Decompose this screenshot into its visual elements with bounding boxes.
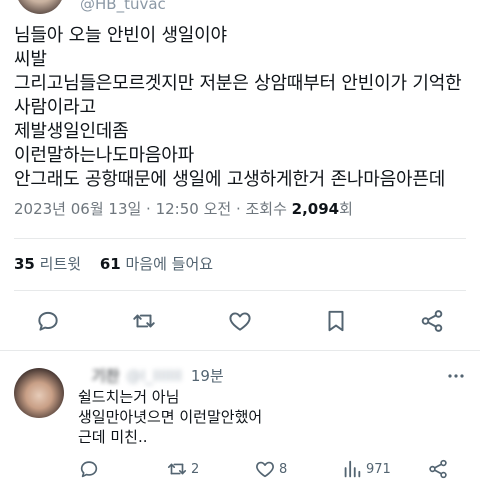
reply-header: ᅟ기찬 @l_lllllll 19분 xyxy=(78,366,468,386)
tweet-action-bar xyxy=(0,303,480,339)
more-icon xyxy=(448,374,464,378)
tweet-meta: 2023년 06월 13일 · 12:50 오전 · 조회수 2,094회 xyxy=(14,199,353,219)
divider xyxy=(14,290,466,291)
reply-action-bar: 2 8 971 xyxy=(0,456,480,482)
tweet-line: 안그래도 공항때문에 생일에 고생하게한거 존나마음아픈데 xyxy=(14,169,446,190)
divider xyxy=(14,238,466,239)
tweet-line: 이런말하는나도마음아파 xyxy=(14,145,194,166)
tweet-view-suffix: 회 xyxy=(339,200,353,218)
reply-reply-button[interactable] xyxy=(78,456,100,482)
bookmark-button[interactable] xyxy=(318,303,354,339)
reply-retweet-count: 2 xyxy=(191,461,200,477)
reply-view-count: 971 xyxy=(366,461,391,477)
reply-retweet-button[interactable]: 2 xyxy=(166,456,199,482)
reply-views-button[interactable]: 971 xyxy=(341,456,391,482)
more-options-button[interactable] xyxy=(444,366,468,386)
reply-avatar[interactable] xyxy=(14,368,64,418)
reply-icon xyxy=(80,461,98,478)
tweet-stats: 35 리트윗 61 마음에 들어요 xyxy=(14,254,227,274)
like-icon xyxy=(229,312,251,331)
reply-line: 근데 미친.. xyxy=(78,428,148,446)
tweet-line: 사람이라고 xyxy=(14,97,96,118)
tweet-line: 님들아 오늘 안빈이 생일이야 xyxy=(14,25,227,46)
share-icon xyxy=(429,459,447,479)
reply-body: 쉴드치는거 아님 생일만아녓으면 이런말안했어 근데 미친.. xyxy=(78,387,262,447)
tweet-view-count: 2,094 xyxy=(291,200,340,218)
reply-author-name[interactable]: ᅟ기찬 xyxy=(78,366,119,386)
tweet-line: 제발생일인데좀 xyxy=(14,121,129,142)
reply-icon xyxy=(38,311,58,331)
author-avatar[interactable] xyxy=(16,0,64,14)
retweet-count[interactable]: 35 xyxy=(14,255,35,273)
retweet-label[interactable]: 리트윗 xyxy=(40,255,81,273)
divider xyxy=(0,350,480,351)
like-icon xyxy=(256,461,274,478)
tweet-line: 씨발 xyxy=(14,49,47,70)
reply-like-count: 8 xyxy=(279,461,288,477)
reply-line: 생일만아녓으면 이런말안했어 xyxy=(78,408,263,426)
analytics-icon xyxy=(344,460,361,478)
tweet-line: 그리고님들은모르겟지만 저분은 상암때부터 안빈이가 기억한 xyxy=(14,73,462,94)
reply-like-button[interactable]: 8 xyxy=(254,456,287,482)
reply-time[interactable]: 19분 xyxy=(191,366,224,386)
reply-button[interactable] xyxy=(30,303,66,339)
like-count[interactable]: 61 xyxy=(100,255,121,273)
reply-author-handle[interactable]: @l_lllllll xyxy=(126,366,182,386)
tweet-body: 님들아 오늘 안빈이 생일이야 씨발 그리고님들은모르겟지만 저분은 상암때부터… xyxy=(14,24,474,192)
author-handle[interactable]: @HB_tuvac xyxy=(80,0,166,12)
share-button[interactable] xyxy=(414,303,450,339)
retweet-icon xyxy=(167,463,187,475)
like-label[interactable]: 마음에 들어요 xyxy=(126,255,214,273)
tweet-timestamp[interactable]: 2023년 06월 13일 · 12:50 오전 · 조회수 xyxy=(14,200,292,218)
retweet-button[interactable] xyxy=(126,303,162,339)
reply-share-button[interactable] xyxy=(427,456,449,482)
reply-line: 쉴드치는거 아님 xyxy=(78,388,180,406)
share-icon xyxy=(421,310,443,332)
retweet-icon xyxy=(133,314,155,328)
bookmark-icon xyxy=(328,310,344,332)
like-button[interactable] xyxy=(222,303,258,339)
